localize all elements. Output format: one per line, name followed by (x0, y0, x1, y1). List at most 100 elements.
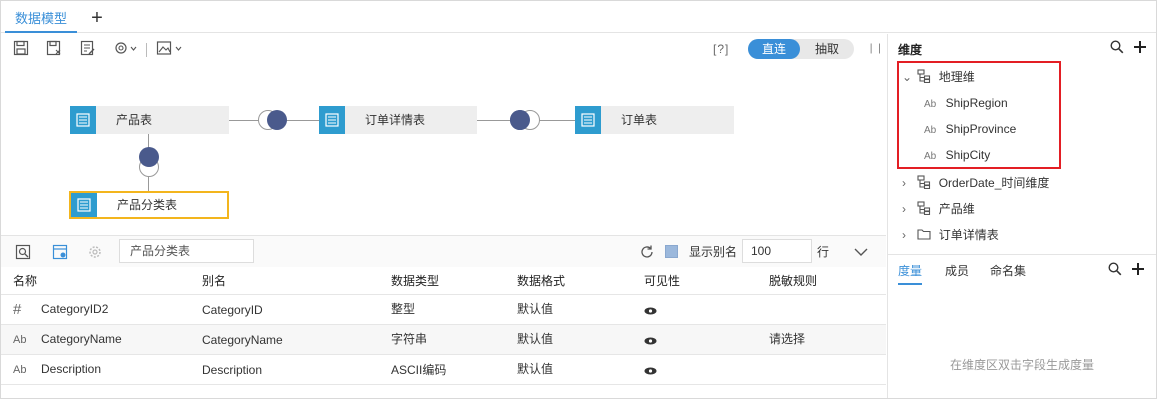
text-type-icon: Ab (924, 99, 937, 110)
search-icon[interactable] (1110, 40, 1124, 54)
help-button[interactable]: [?] (713, 42, 729, 56)
plus-icon[interactable]: + (87, 7, 107, 29)
chevron-right-icon[interactable]: › (902, 196, 914, 222)
text-type-icon: Ab (924, 151, 937, 162)
text-type-icon: Ab (924, 125, 937, 136)
field-type[interactable]: ASCII编码 (391, 355, 446, 385)
row-unit-label: 行 (817, 245, 830, 259)
plus-icon[interactable] (1133, 40, 1147, 54)
connection-mode-toggle[interactable]: 直连 抽取 (748, 39, 854, 59)
field-alias[interactable]: Description (202, 355, 262, 385)
row-count-input[interactable]: 100 (742, 239, 812, 263)
mode-direct-button[interactable]: 直连 (748, 39, 800, 59)
column-header-masking: 脱敏规则 (769, 274, 818, 288)
column-header-type: 数据类型 (391, 274, 440, 288)
model-canvas: 产品表 订单详情表 订单表 产品分类表 (1, 64, 886, 234)
hierarchy-icon (917, 69, 931, 84)
mode-extract-button[interactable]: 抽取 (800, 39, 854, 59)
tab-members[interactable]: 成员 (945, 262, 969, 279)
measure-tabs: 度量 成员 命名集 (888, 254, 1156, 285)
table-node-order-details[interactable]: 订单详情表 (319, 106, 477, 134)
table-icon (319, 106, 345, 134)
fields-table: 名称 别名 数据类型 数据格式 可见性 脱敏规则 # CategoryID2 C… (1, 267, 886, 385)
eye-icon[interactable] (644, 337, 657, 345)
dimension-panel: 维度 ⌄ 地理维 Ab ShipRegion Ab ShipProvince A… (887, 34, 1156, 398)
table-row[interactable]: Ab CategoryName CategoryName 字符串 默认值 请选择 (1, 325, 886, 355)
show-alias-label: 显示别名 (689, 245, 738, 259)
tree-item-order-details-folder[interactable]: › 订单详情表 (902, 222, 999, 248)
chevron-right-icon[interactable]: › (902, 222, 914, 248)
text-type-icon: Ab (13, 364, 27, 376)
field-alias[interactable]: CategoryID (202, 295, 263, 325)
tree-item-field[interactable]: Ab ShipRegion (924, 90, 1008, 116)
field-name: CategoryID2 (41, 302, 109, 316)
settings-dropdown-icon[interactable] (114, 40, 138, 56)
text-type-icon: Ab (13, 334, 27, 346)
table-node-product[interactable]: 产品表 (70, 106, 229, 134)
show-alias-checkbox[interactable] (665, 245, 678, 258)
tree-item-product-dimension[interactable]: › 产品维 (902, 196, 975, 222)
field-format[interactable]: 默认值 (517, 325, 553, 353)
tree-item-label: OrderDate_时间维度 (938, 176, 1050, 190)
save-as-icon[interactable] (46, 40, 62, 56)
field-format[interactable]: 默认值 (517, 355, 553, 383)
tab-named-sets[interactable]: 命名集 (990, 262, 1026, 279)
image-dropdown-icon[interactable] (156, 40, 184, 56)
tree-item-label: 订单详情表 (938, 228, 999, 242)
table-row[interactable]: Ab Description Description ASCII编码 默认值 (1, 355, 886, 385)
toolbar: [?] 直连 抽取 ❘❘❘ (1, 34, 892, 64)
tab-data-model[interactable]: 数据模型 (5, 7, 77, 33)
table-node-product-category[interactable]: 产品分类表 (69, 191, 229, 219)
tree-item-label: ShipCity (945, 148, 991, 162)
chevron-down-icon[interactable] (853, 246, 869, 258)
tree-item-field[interactable]: Ab ShipProvince (924, 116, 1016, 142)
gear-icon[interactable] (87, 244, 103, 260)
join-circle-filled[interactable] (139, 147, 159, 167)
column-header-name: 名称 (13, 274, 38, 288)
table-node-label: 订单表 (621, 113, 658, 127)
table-node-label: 订单详情表 (365, 113, 426, 127)
panel-title: 维度 (898, 43, 923, 57)
measure-empty-hint: 在维度区双击字段生成度量 (950, 358, 1095, 372)
data-model-window: 数据模型 + [?] 直连 抽取 ❘❘❘ 产品表 订单详情表 订单表 产品分类表… (0, 0, 1157, 399)
column-header-format: 数据格式 (517, 274, 566, 288)
chevron-down-icon[interactable]: ⌄ (902, 64, 914, 90)
field-alias[interactable]: CategoryName (202, 325, 283, 355)
table-node-orders[interactable]: 订单表 (575, 106, 734, 134)
tab-measures[interactable]: 度量 (898, 262, 923, 285)
refresh-icon[interactable] (639, 244, 655, 260)
field-masking[interactable]: 请选择 (769, 325, 805, 353)
hierarchy-icon (917, 201, 931, 216)
join-circle-filled[interactable] (267, 110, 287, 130)
eye-icon[interactable] (644, 307, 657, 315)
table-search-input[interactable]: 产品分类表 (119, 239, 254, 263)
edit-icon[interactable] (80, 40, 96, 56)
column-header-alias: 别名 (202, 274, 227, 288)
preview-icon[interactable] (15, 244, 31, 260)
tab-bar: 数据模型 + (1, 1, 1156, 33)
table-node-label: 产品表 (116, 113, 153, 127)
tree-item-geo-dimension[interactable]: ⌄ 地理维 (902, 64, 975, 90)
tree-item-label: ShipProvince (945, 122, 1017, 136)
toolbar-separator (146, 43, 147, 57)
search-icon[interactable] (1108, 262, 1122, 276)
field-type[interactable]: 整型 (391, 295, 415, 323)
field-name: Description (41, 362, 102, 376)
field-name: CategoryName (41, 332, 122, 346)
field-format[interactable]: 默认值 (517, 295, 553, 323)
field-toolbar: 产品分类表 显示别名 100 行 (1, 235, 886, 267)
save-icon[interactable] (13, 40, 29, 56)
field-type[interactable]: 字符串 (391, 325, 427, 353)
plus-icon[interactable] (1131, 262, 1145, 276)
tree-item-field[interactable]: Ab ShipCity (924, 142, 990, 168)
tree-item-orderdate-dimension[interactable]: › OrderDate_时间维度 (902, 170, 1049, 196)
eye-icon[interactable] (644, 367, 657, 375)
table-icon (575, 106, 601, 134)
table-settings-icon[interactable] (52, 244, 68, 260)
folder-icon (917, 229, 931, 240)
join-circle-filled-front[interactable] (510, 110, 530, 130)
chevron-right-icon[interactable]: › (902, 170, 914, 196)
tree-item-label: 产品维 (938, 202, 975, 216)
hierarchy-icon (917, 175, 931, 190)
table-row[interactable]: # CategoryID2 CategoryID 整型 默认值 (1, 295, 886, 325)
